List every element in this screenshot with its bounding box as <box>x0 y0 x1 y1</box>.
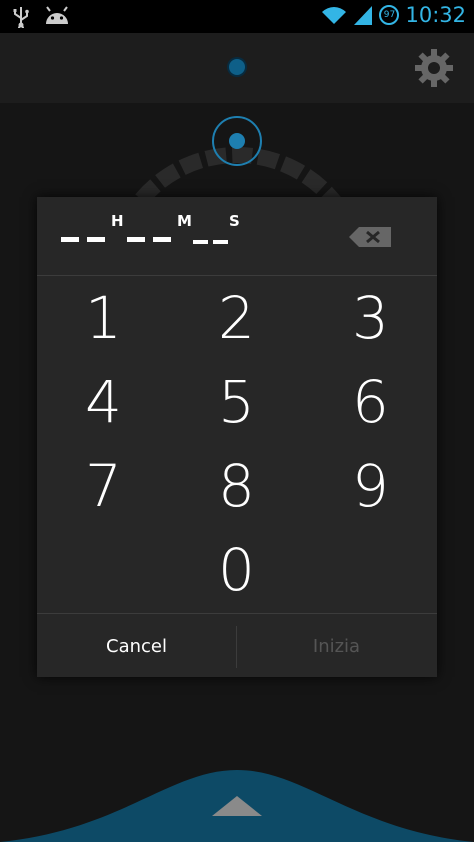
hours-dash-1 <box>61 237 79 242</box>
cancel-button[interactable]: Cancel <box>37 614 236 678</box>
minutes-dash-1 <box>127 237 145 242</box>
hours-unit: H <box>111 212 124 230</box>
gear-icon[interactable] <box>412 46 456 90</box>
bottom-wave[interactable] <box>0 770 474 842</box>
key-7[interactable]: 7 <box>37 444 170 528</box>
seconds-group: S <box>193 212 243 256</box>
key-5[interactable]: 5 <box>170 360 303 444</box>
start-ring-center <box>229 133 245 149</box>
signal-icon <box>354 6 373 25</box>
hours-group: H <box>61 212 124 256</box>
status-bar: 97 10:32 <box>0 0 474 33</box>
key-4[interactable]: 4 <box>37 360 170 444</box>
key-9[interactable]: 9 <box>304 444 437 528</box>
key-3[interactable]: 3 <box>304 276 437 360</box>
key-6[interactable]: 6 <box>304 360 437 444</box>
key-8[interactable]: 8 <box>170 444 303 528</box>
seconds-unit: S <box>229 212 240 230</box>
minutes-dash-2 <box>153 237 171 242</box>
hours-dash-2 <box>87 237 105 242</box>
timer-dialog: H M S 1 2 3 4 5 6 7 8 9 0 Cancel Inizia <box>37 197 437 677</box>
clock: 10:32 <box>405 3 466 27</box>
minutes-unit: M <box>177 212 192 230</box>
battery-icon: 97 <box>379 5 400 25</box>
time-display: H M S <box>37 197 437 276</box>
key-1[interactable]: 1 <box>37 276 170 360</box>
wifi-icon <box>322 7 347 24</box>
battery-level: 97 <box>383 10 396 20</box>
backspace-icon[interactable] <box>349 225 393 249</box>
minutes-group: M <box>127 212 192 256</box>
dialog-actions: Cancel Inizia <box>37 613 437 678</box>
indicator-dot <box>229 59 245 75</box>
key-0[interactable]: 0 <box>170 528 303 612</box>
usb-icon <box>13 7 29 28</box>
keypad: 1 2 3 4 5 6 7 8 9 0 <box>37 276 437 612</box>
seconds-dash-1 <box>193 240 208 244</box>
seconds-dash-2 <box>213 240 228 244</box>
android-debug-icon <box>46 6 68 24</box>
start-button[interactable]: Inizia <box>237 614 436 678</box>
key-2[interactable]: 2 <box>170 276 303 360</box>
